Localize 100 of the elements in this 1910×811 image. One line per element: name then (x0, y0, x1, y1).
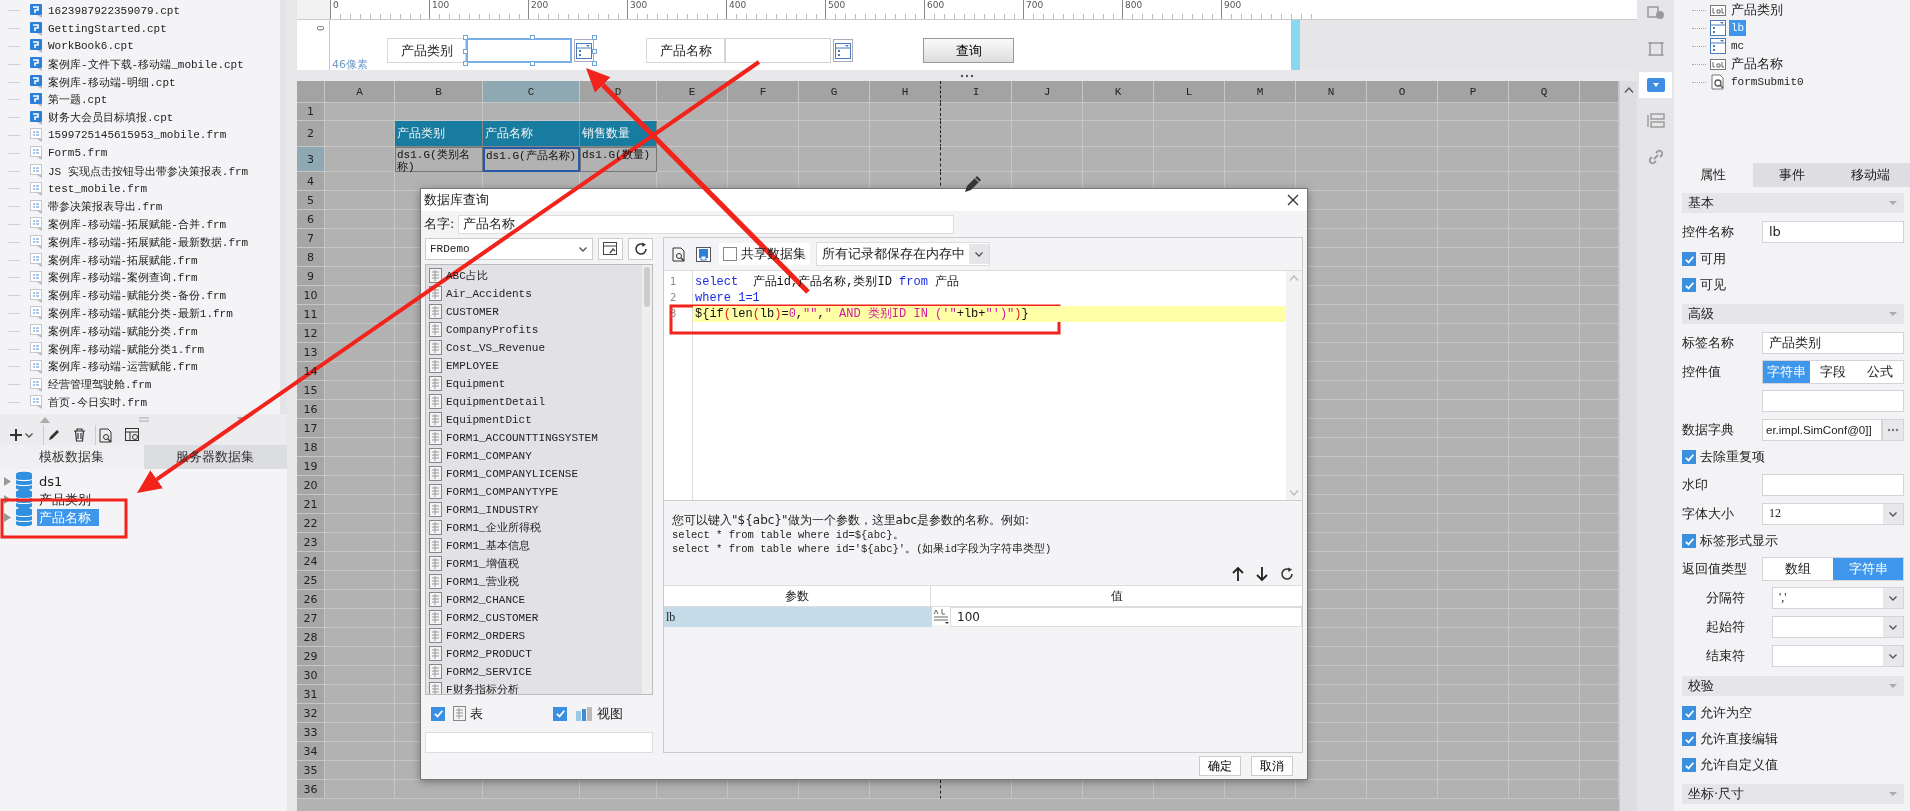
checkbox[interactable] (553, 706, 567, 721)
table-item[interactable]: EquipmentDetail (446, 395, 546, 408)
column-header[interactable]: H (870, 81, 941, 103)
column-header[interactable]: K (1083, 81, 1154, 103)
grip-icon[interactable] (960, 73, 974, 78)
widget-item[interactable]: mc (1729, 38, 1747, 54)
dialog-button[interactable]: 取消 (1251, 756, 1293, 776)
grip-icon[interactable] (138, 417, 149, 422)
row-number[interactable]: 27 (297, 609, 325, 628)
datasource-select[interactable]: FRDemo (425, 237, 594, 260)
table-item[interactable]: FORM1_COMPANY (446, 449, 532, 462)
row-number[interactable]: 35 (297, 761, 325, 780)
tab[interactable]: 事件 (1752, 163, 1832, 187)
file-item[interactable]: 案例库-文件下载-移动端_mobile.cpt (48, 56, 244, 72)
table-item[interactable]: FORM1_增值税 (446, 556, 519, 572)
section-header[interactable]: 高级 (1682, 304, 1904, 324)
scroll-up-icon[interactable] (1623, 87, 1634, 93)
close-button[interactable] (1285, 192, 1301, 208)
checkbox[interactable] (1682, 732, 1696, 746)
row-number[interactable]: 10 (297, 286, 325, 305)
table-item[interactable]: FORM2_PRODUCT (446, 647, 532, 660)
checkbox[interactable] (431, 706, 445, 721)
row-number[interactable]: 32 (297, 704, 325, 723)
form-boundary-bar[interactable] (1291, 20, 1300, 70)
select-field[interactable] (1772, 615, 1904, 638)
checkbox[interactable] (1682, 534, 1696, 548)
table-cell[interactable]: 产品类别 (395, 121, 483, 147)
section-header[interactable]: 校验 (1682, 676, 1904, 696)
select-field[interactable] (1772, 644, 1904, 667)
file-item[interactable]: 案例库-移动端-赋能分类-最新1.frm (48, 305, 233, 321)
row-number[interactable]: 18 (297, 438, 325, 457)
collapse-icon[interactable] (1888, 200, 1898, 206)
file-item[interactable]: 案例库-移动端-拓展赋能.frm (48, 252, 198, 268)
dataset-item[interactable]: ds1 (37, 472, 65, 490)
tool-button[interactable] (1639, 72, 1672, 98)
row-number[interactable]: 29 (297, 647, 325, 666)
table-item[interactable]: Air_Accidents (446, 287, 532, 300)
column-header[interactable]: A (325, 81, 395, 103)
row-number[interactable]: 7 (297, 229, 325, 248)
preview-button[interactable] (670, 244, 688, 264)
table-item[interactable]: FORM1_ACCOUNTTINGSYSTEM (446, 431, 598, 444)
table-cell[interactable]: 产品名称 (483, 121, 580, 147)
row-number[interactable]: 16 (297, 400, 325, 419)
row-number[interactable]: 24 (297, 552, 325, 571)
table-item[interactable]: FORM1_企业所得税 (446, 520, 541, 536)
file-item[interactable]: 第一题.cpt (48, 92, 108, 108)
table-cell[interactable] (870, 103, 941, 121)
select-field[interactable]: ',' (1772, 586, 1904, 609)
table-item[interactable]: F财务指标分析 (446, 682, 519, 695)
table-cell[interactable]: ds1.G(数量) (580, 147, 657, 172)
text-field[interactable] (425, 732, 653, 753)
table-item[interactable]: FORM1_基本信息 (446, 538, 530, 554)
text-field[interactable] (1762, 473, 1904, 496)
scroll-down-icon[interactable] (1289, 490, 1299, 496)
column-header[interactable]: M (1225, 81, 1296, 103)
dialog-button[interactable]: 确定 (1199, 756, 1241, 776)
save-button[interactable] (694, 244, 713, 264)
name-field[interactable]: 产品名称 (458, 214, 955, 234)
row-number[interactable]: 21 (297, 495, 325, 514)
text-field[interactable]: er.impl.SimConf@0]] (1762, 418, 1882, 441)
combo-field[interactable] (466, 38, 572, 63)
row-number[interactable]: 33 (297, 723, 325, 742)
row-number[interactable]: 6 (297, 210, 325, 229)
collapse-icon[interactable] (1888, 683, 1898, 689)
row-number[interactable]: 31 (297, 685, 325, 704)
row-number[interactable]: 3 (297, 147, 325, 172)
file-item[interactable]: 案例库-移动端-赋能分类.frm (48, 323, 198, 339)
file-item[interactable]: 案例库-移动端-赋能分类-备份.frm (48, 288, 227, 304)
widget-item[interactable]: formSubmit0 (1729, 74, 1806, 90)
row-number[interactable]: 25 (297, 571, 325, 590)
collapse-icon[interactable] (1888, 791, 1898, 797)
row-number[interactable]: 36 (297, 780, 325, 799)
table-cell[interactable]: 销售数量 (580, 121, 657, 147)
file-item[interactable]: Form5.frm (48, 147, 108, 160)
table-item[interactable]: FORM2_CHANCE (446, 593, 526, 606)
column-header[interactable]: O (1367, 81, 1438, 103)
file-item[interactable]: 案例库-移动端-明细.cpt (48, 74, 176, 90)
refresh-button[interactable] (628, 237, 653, 260)
column-header[interactable]: J (1012, 81, 1083, 103)
table-cell[interactable]: ds1.G(类别名称) (395, 147, 483, 172)
checkbox[interactable] (1682, 706, 1696, 720)
row-number[interactable]: 20 (297, 476, 325, 495)
row-number[interactable]: 13 (297, 343, 325, 362)
row-number[interactable]: 8 (297, 248, 325, 267)
checkbox[interactable] (1682, 758, 1696, 772)
table-item[interactable]: FORM1_INDUSTRY (446, 503, 539, 516)
type-icon[interactable] (932, 607, 950, 625)
row-number[interactable]: 19 (297, 457, 325, 476)
text-field[interactable] (1762, 389, 1904, 412)
file-item[interactable]: 案例库-移动端-运营赋能.frm (48, 359, 198, 375)
file-item[interactable]: 案例库-移动端-拓展赋能-最新数据.frm (48, 234, 249, 250)
file-item[interactable]: 案例库-移动端-拓展赋能-合并.frm (48, 216, 227, 232)
table-item[interactable]: EquipmentDict (446, 413, 532, 426)
row-number[interactable]: 28 (297, 628, 325, 647)
table-item[interactable]: FORM2_ORDERS (446, 629, 526, 642)
param-name[interactable]: lb (664, 607, 932, 627)
column-header[interactable]: L (1154, 81, 1225, 103)
checkbox[interactable] (1682, 278, 1696, 292)
row-number[interactable]: 1 (297, 103, 325, 121)
file-item[interactable]: 案例库-移动端-赋能分类1.frm (48, 341, 205, 357)
